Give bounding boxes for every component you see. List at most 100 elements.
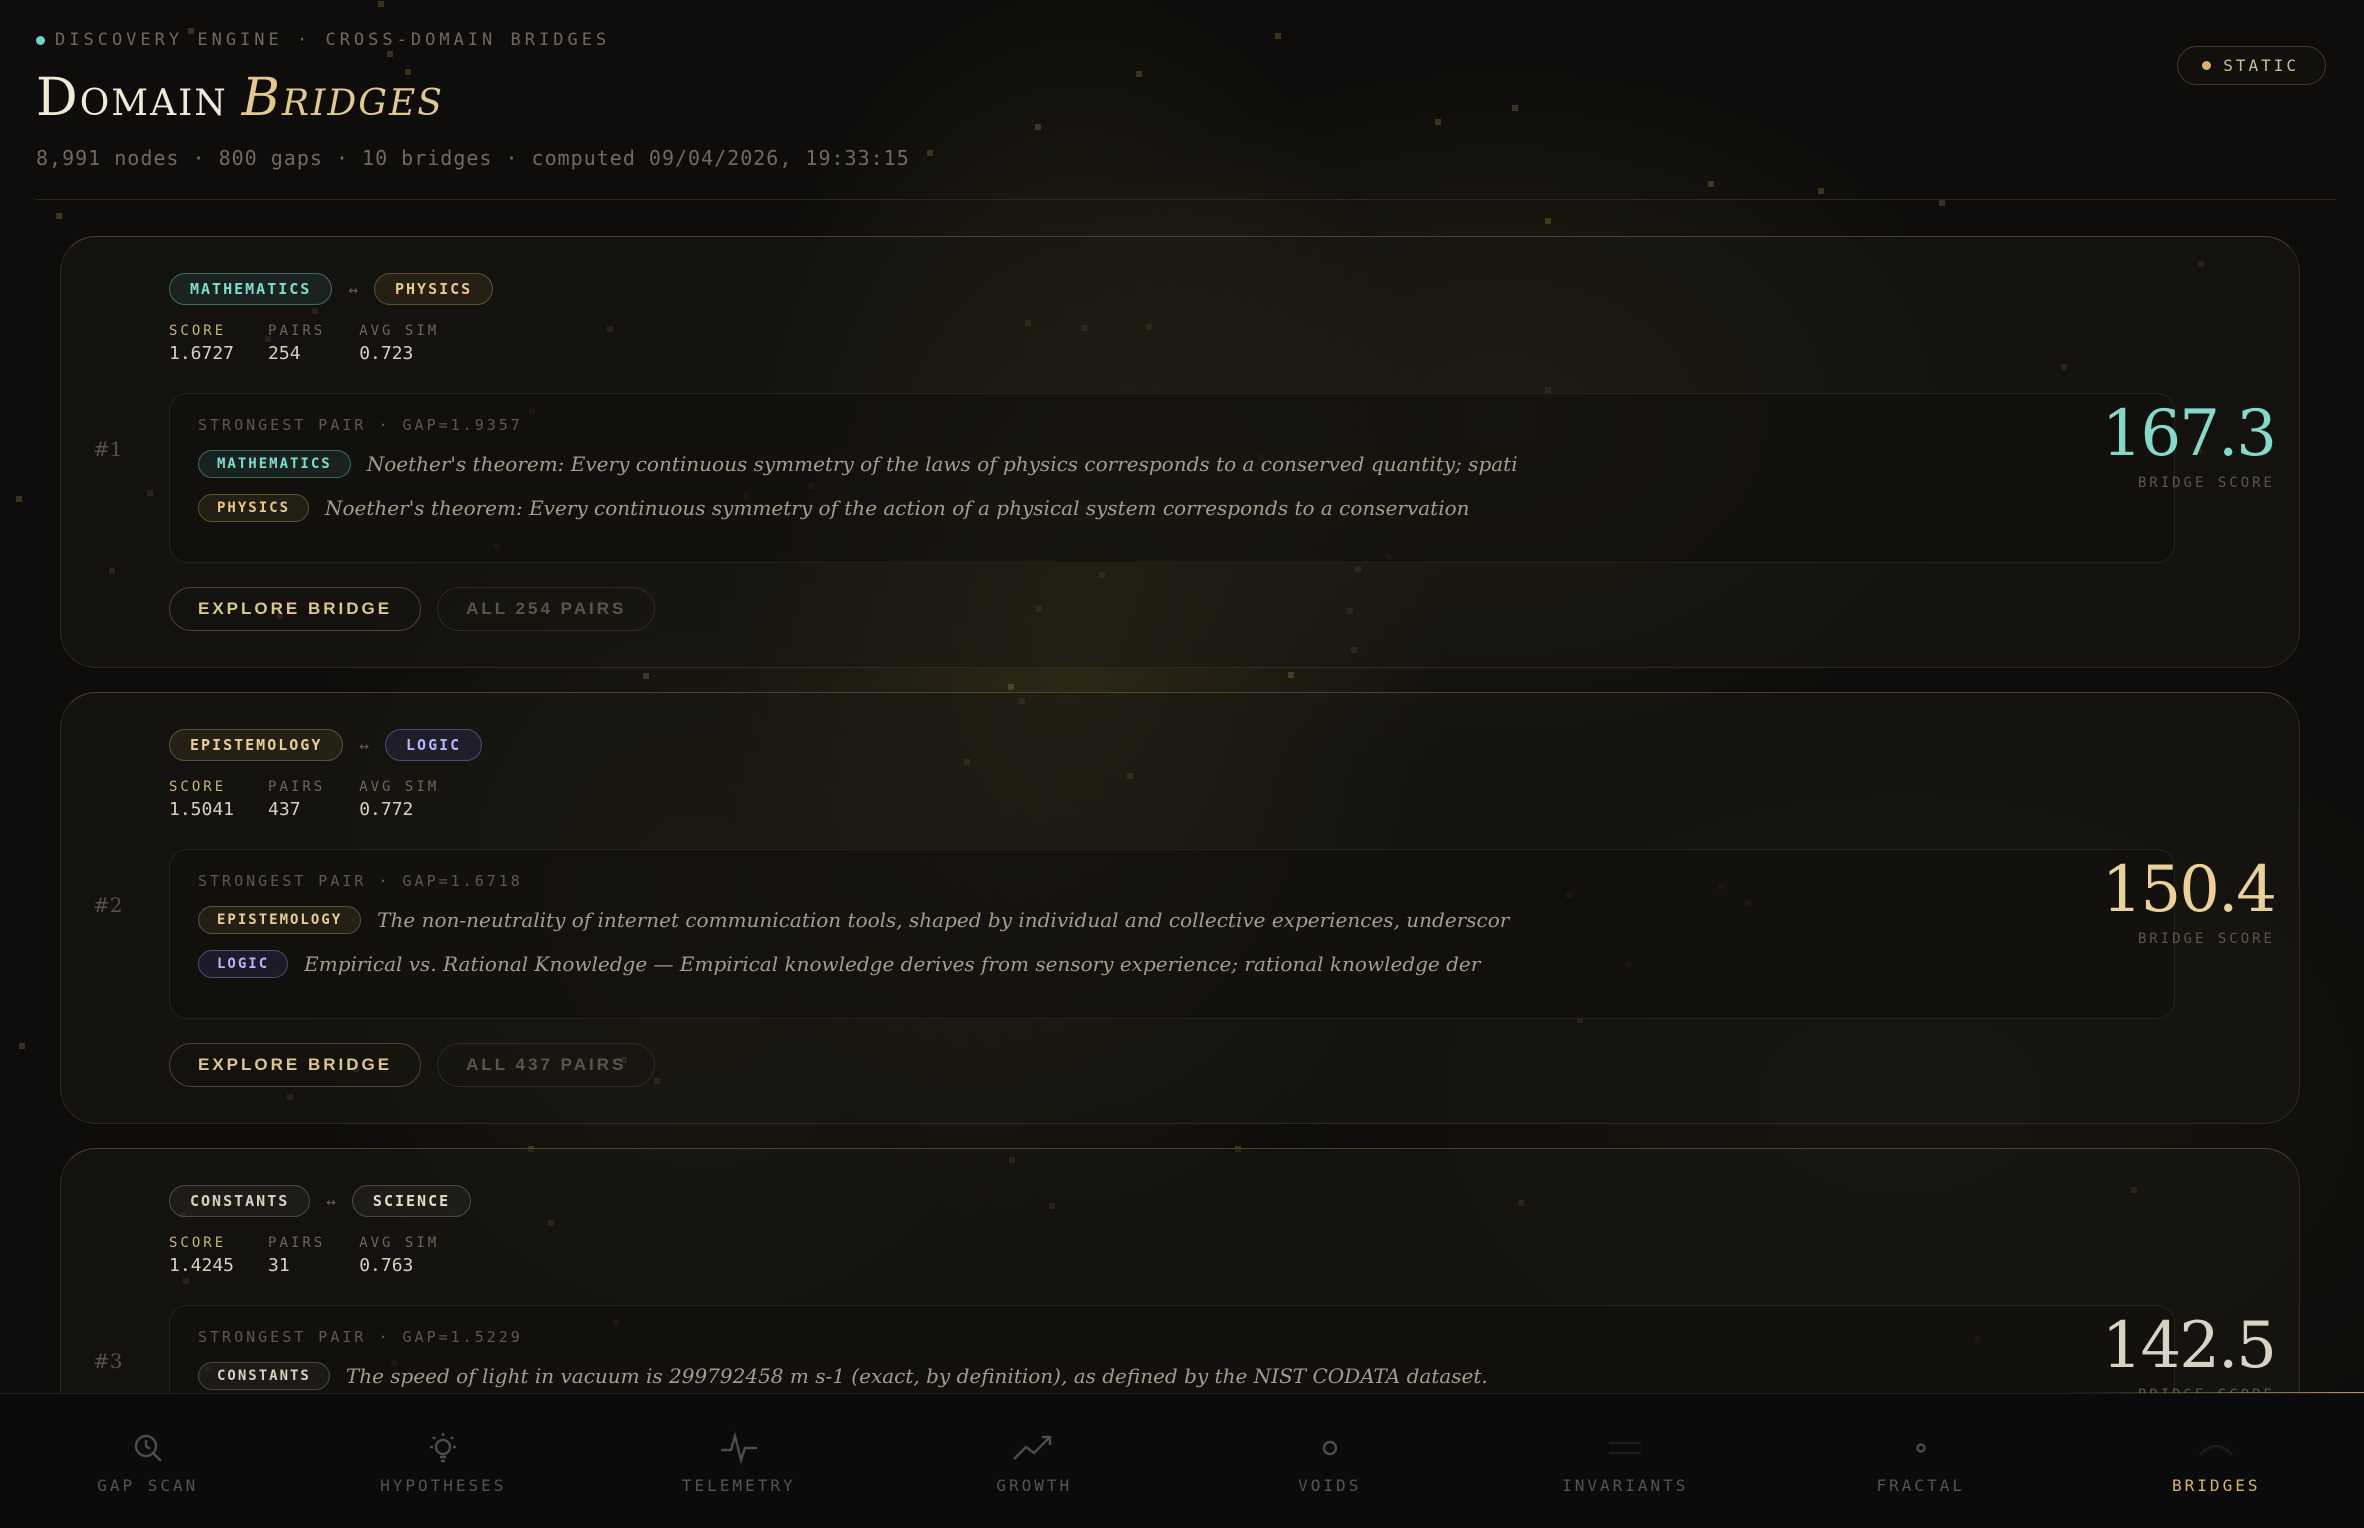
stat-score-value: 1.6727 — [169, 343, 235, 364]
page-meta: 8,991 nodes · 800 gaps · 10 bridges · co… — [36, 146, 910, 170]
all-pairs-button[interactable]: ALL 437 PAIRS — [437, 1043, 656, 1087]
nav-fractal[interactable]: FRACTAL — [1773, 1394, 2069, 1528]
domain-tag-b[interactable]: SCIENCE — [351, 1185, 472, 1217]
strongest-pair-panel: STRONGEST PAIR · GAP=1.6718 EPISTEMOLOGY… — [169, 849, 2175, 1019]
star-speck — [1939, 200, 1945, 206]
bridge-stats: SCORE 1.4245 PAIRS 31 AVG SIM 0.763 — [169, 1235, 439, 1276]
bridge-domains: CONSTANTS ↔ SCIENCE — [169, 1185, 472, 1217]
pair-domain-tag[interactable]: CONSTANTS — [198, 1362, 330, 1390]
stat-pairs: PAIRS 31 — [268, 1235, 325, 1276]
domain-tag-a[interactable]: EPISTEMOLOGY — [169, 729, 344, 761]
star-speck — [16, 496, 22, 502]
stat-pairs-label: PAIRS — [268, 323, 326, 339]
bridge-card: #2 EPISTEMOLOGY ↔ LOGIC SCORE 1.5041 PAIR… — [60, 692, 2300, 1124]
bridge-list: #1 MATHEMATICS ↔ PHYSICS SCORE 1.6727 PAI… — [60, 236, 2300, 1394]
stat-score-label: SCORE — [169, 779, 227, 795]
bridge-actions: EXPLORE BRIDGE ALL 254 PAIRS — [169, 587, 656, 631]
header-divider — [36, 199, 2336, 200]
nav-label: GAP SCAN — [97, 1476, 199, 1495]
nav-growth[interactable]: GROWTH — [887, 1394, 1183, 1528]
nav-gap-scan[interactable]: GAP SCAN — [0, 1394, 296, 1528]
stat-avg-sim: AVG SIM 0.772 — [359, 779, 439, 820]
bridge-stats: SCORE 1.5041 PAIRS 437 AVG SIM 0.772 — [169, 779, 439, 820]
bridge-score-value: 150.4 — [2101, 853, 2277, 927]
bridge-score-caption: BRIDGE SCORE — [2137, 931, 2275, 947]
stat-avg-sim-label: AVG SIM — [359, 779, 440, 795]
nav-label: GROWTH — [996, 1476, 1073, 1495]
bridge-arrow-icon: ↔ — [348, 279, 358, 299]
trend-up-icon — [1013, 1435, 1052, 1460]
all-pairs-button[interactable]: ALL 254 PAIRS — [437, 587, 656, 631]
bridge-score-caption: BRIDGE SCORE — [2137, 475, 2275, 491]
pair-text: Noether's theorem: Every continuous symm… — [325, 496, 1470, 520]
stat-avg-sim-value: 0.723 — [359, 343, 414, 364]
star-speck — [1545, 218, 1551, 224]
strongest-pair-panel: STRONGEST PAIR · GAP=1.5229 CONSTANTS Th… — [169, 1305, 2175, 1394]
pair-text: The speed of light in vacuum is 29979245… — [345, 1364, 1488, 1388]
stat-pairs-label: PAIRS — [268, 779, 326, 795]
stat-score-label: SCORE — [169, 1235, 227, 1251]
stat-avg-sim: AVG SIM 0.763 — [359, 1235, 439, 1276]
static-badge[interactable]: STATIC — [2177, 46, 2326, 85]
stat-score: SCORE 1.5041 — [169, 779, 234, 820]
pair-text: The non-neutrality of internet communica… — [377, 908, 1510, 932]
nav-voids[interactable]: VOIDS — [1182, 1394, 1478, 1528]
pair-row-a: CONSTANTS The speed of light in vacuum i… — [198, 1362, 1488, 1390]
domain-tag-a[interactable]: MATHEMATICS — [169, 273, 333, 305]
bridge-rank: #3 — [93, 1349, 123, 1373]
stat-pairs: PAIRS 437 — [268, 779, 325, 820]
pair-text: Noether's theorem: Every continuous symm… — [366, 452, 1518, 476]
explore-bridge-button[interactable]: EXPLORE BRIDGE — [169, 1043, 422, 1087]
void-circle-icon — [1322, 1440, 1337, 1456]
nav-telemetry[interactable]: TELEMETRY — [591, 1394, 887, 1528]
page-title: Domain Bridges — [36, 68, 2326, 128]
strongest-pair-heading: STRONGEST PAIR · GAP=1.5229 — [198, 1328, 523, 1346]
stat-score: SCORE 1.6727 — [169, 323, 234, 364]
nav-invariants[interactable]: INVARIANTS — [1478, 1394, 1774, 1528]
stat-pairs: PAIRS 254 — [268, 323, 325, 364]
pair-text: Empirical vs. Rational Knowledge — Empir… — [304, 952, 1481, 976]
domain-tag-b[interactable]: PHYSICS — [373, 273, 494, 305]
domain-tag-b[interactable]: LOGIC — [385, 729, 483, 761]
pair-domain-tag[interactable]: LOGIC — [198, 950, 289, 978]
strongest-pair-heading: STRONGEST PAIR · GAP=1.6718 — [198, 872, 523, 890]
star-speck — [378, 1, 384, 7]
bridge-score: 142.5 BRIDGE SCORE — [2101, 1309, 2277, 1394]
bridge-card: #3 CONSTANTS ↔ SCIENCE SCORE 1.4245 PAIRS… — [60, 1148, 2300, 1394]
page-header: DISCOVERY ENGINE · CROSS-DOMAIN BRIDGES … — [36, 30, 2326, 200]
nav-label: TELEMETRY — [681, 1476, 796, 1495]
domain-tag-a[interactable]: CONSTANTS — [169, 1185, 311, 1217]
bridge-stats: SCORE 1.6727 PAIRS 254 AVG SIM 0.723 — [169, 323, 439, 364]
bottom-nav: GAP SCAN HYPOTHESES TELEMETRY GROWTH VOI… — [0, 1393, 2364, 1528]
pair-domain-tag[interactable]: EPISTEMOLOGY — [198, 906, 362, 934]
static-badge-label: STATIC — [2223, 56, 2299, 75]
pair-domain-tag[interactable]: MATHEMATICS — [198, 450, 351, 478]
nav-hypotheses[interactable]: HYPOTHESES — [296, 1394, 592, 1528]
stat-score-value: 1.4245 — [169, 1255, 235, 1276]
bridges-icon — [2199, 1444, 2234, 1456]
stat-score: SCORE 1.4245 — [169, 1235, 234, 1276]
bridge-domains: EPISTEMOLOGY ↔ LOGIC — [169, 729, 483, 761]
bridge-score: 167.3 BRIDGE SCORE — [2102, 397, 2277, 491]
nav-bridges[interactable]: BRIDGES — [2069, 1394, 2364, 1528]
pulse-icon — [720, 1431, 757, 1465]
pair-domain-tag[interactable]: PHYSICS — [198, 494, 310, 522]
breadcrumb: DISCOVERY ENGINE · CROSS-DOMAIN BRIDGES — [36, 30, 2326, 50]
pair-row-b: LOGIC Empirical vs. Rational Knowledge —… — [198, 950, 1480, 978]
bridge-card: #1 MATHEMATICS ↔ PHYSICS SCORE 1.6727 PAI… — [60, 236, 2300, 668]
invariants-icon — [1609, 1441, 1642, 1455]
page-title-accent: Bridges — [241, 68, 444, 128]
stat-pairs-value: 31 — [268, 1255, 290, 1276]
stat-pairs-label: PAIRS — [268, 1235, 326, 1251]
stat-avg-sim-value: 0.763 — [359, 1255, 414, 1276]
explore-bridge-button[interactable]: EXPLORE BRIDGE — [169, 587, 422, 631]
fractal-icon — [1916, 1443, 1926, 1453]
gap-scan-icon — [134, 1434, 162, 1462]
bridge-score-value: 142.5 — [2101, 1309, 2277, 1383]
star-speck — [19, 1043, 25, 1049]
pair-row-a: MATHEMATICS Noether's theorem: Every con… — [198, 450, 1518, 478]
pair-row-b: PHYSICS Noether's theorem: Every continu… — [198, 494, 1470, 522]
bridge-score: 150.4 BRIDGE SCORE — [2101, 853, 2277, 947]
bridge-arrow-icon: ↔ — [359, 735, 370, 755]
stat-pairs-value: 437 — [268, 799, 301, 820]
